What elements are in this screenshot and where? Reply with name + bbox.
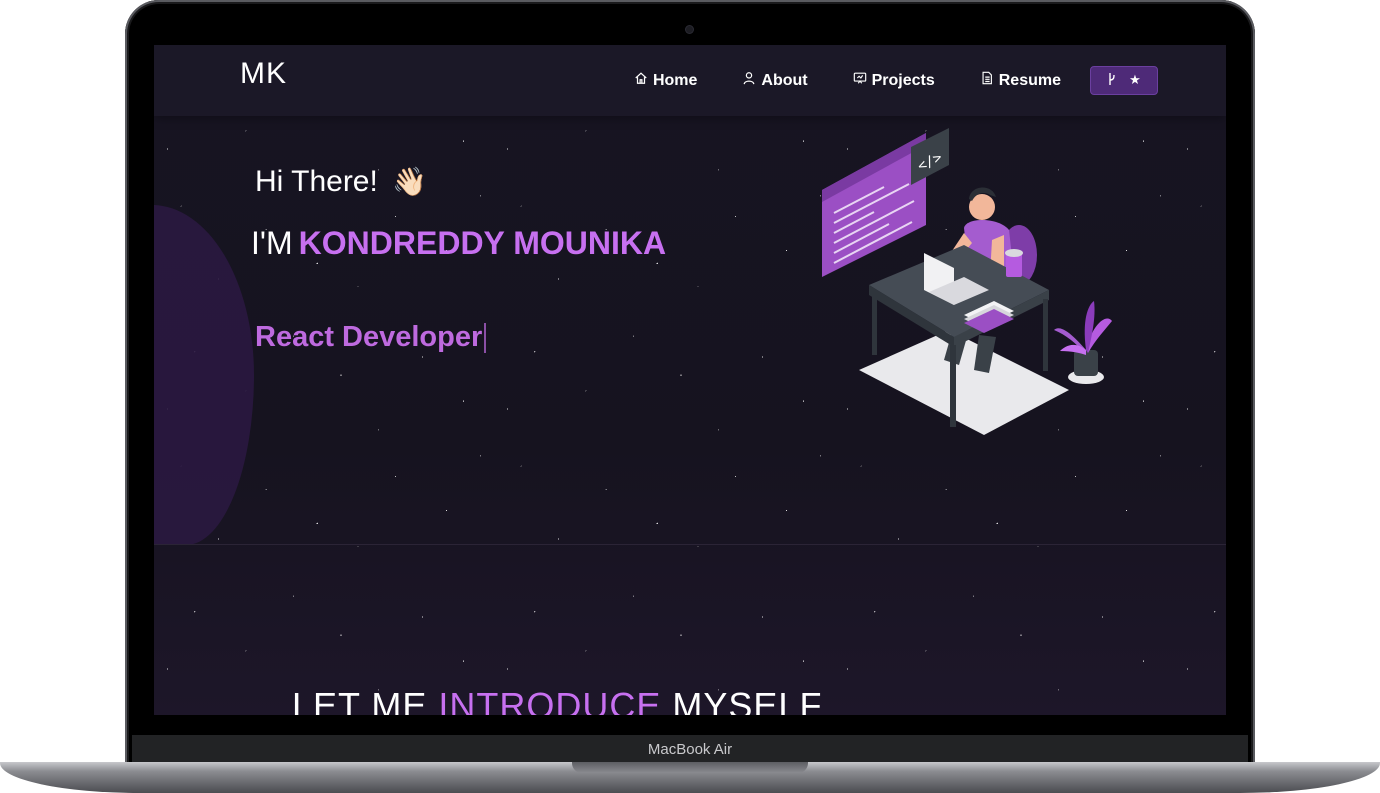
code-window-icon: </> bbox=[822, 128, 949, 277]
screen: MK Home About Projects Resume ★ Hi There… bbox=[154, 45, 1226, 715]
device-label: MacBook Air bbox=[647, 740, 733, 758]
logo[interactable]: MK bbox=[240, 57, 287, 91]
fork-star-button[interactable]: ★ bbox=[1090, 66, 1158, 95]
home-icon bbox=[634, 71, 648, 90]
nav-item-resume[interactable]: Resume bbox=[980, 71, 1061, 90]
nav-item-label: About bbox=[761, 71, 808, 89]
role-text: React Developer bbox=[255, 321, 483, 353]
intro-prefix: I'M bbox=[251, 225, 293, 261]
developer-illustration: </> bbox=[822, 128, 1112, 435]
nav-item-label: Resume bbox=[998, 71, 1061, 89]
nav-item-home[interactable]: Home bbox=[634, 71, 697, 90]
cup-icon bbox=[1005, 249, 1023, 277]
waving-hand-icon: 👋🏻 bbox=[392, 166, 428, 197]
nav-item-about[interactable]: About bbox=[742, 71, 808, 90]
section-divider bbox=[154, 544, 1226, 545]
nav-item-label: Projects bbox=[871, 71, 935, 89]
git-fork-icon bbox=[1107, 72, 1117, 90]
user-icon bbox=[742, 71, 756, 90]
typing-cursor bbox=[484, 323, 487, 354]
document-icon bbox=[980, 71, 994, 90]
about-heading-prefix: LET ME bbox=[292, 685, 428, 715]
nav-menu: Home About Projects Resume ★ bbox=[634, 66, 1158, 95]
greeting-text: Hi There! 👋🏻 bbox=[255, 165, 427, 199]
about-heading-suffix: MYSELF bbox=[672, 685, 823, 715]
about-heading: LET ME INTRODUCE MYSELF bbox=[292, 685, 822, 715]
intro-heading: I'M KONDREDDY MOUNIKA bbox=[251, 225, 666, 262]
nav-item-projects[interactable]: Projects bbox=[853, 71, 935, 90]
name-highlight: KONDREDDY MOUNIKA bbox=[298, 225, 667, 261]
star-icon: ★ bbox=[1129, 73, 1141, 88]
projects-icon bbox=[853, 71, 867, 90]
about-heading-highlight: INTRODUCE bbox=[438, 685, 662, 715]
greeting-label: Hi There! bbox=[255, 165, 378, 198]
laptop-chin: MacBook Air bbox=[132, 735, 1248, 763]
plant-icon bbox=[1054, 301, 1112, 384]
laptop-notch bbox=[572, 762, 808, 773]
nav-item-label: Home bbox=[652, 71, 698, 89]
navbar: MK Home About Projects Resume ★ bbox=[154, 45, 1226, 116]
typewriter-role: React Developer bbox=[255, 321, 487, 354]
camera-icon bbox=[686, 26, 693, 33]
